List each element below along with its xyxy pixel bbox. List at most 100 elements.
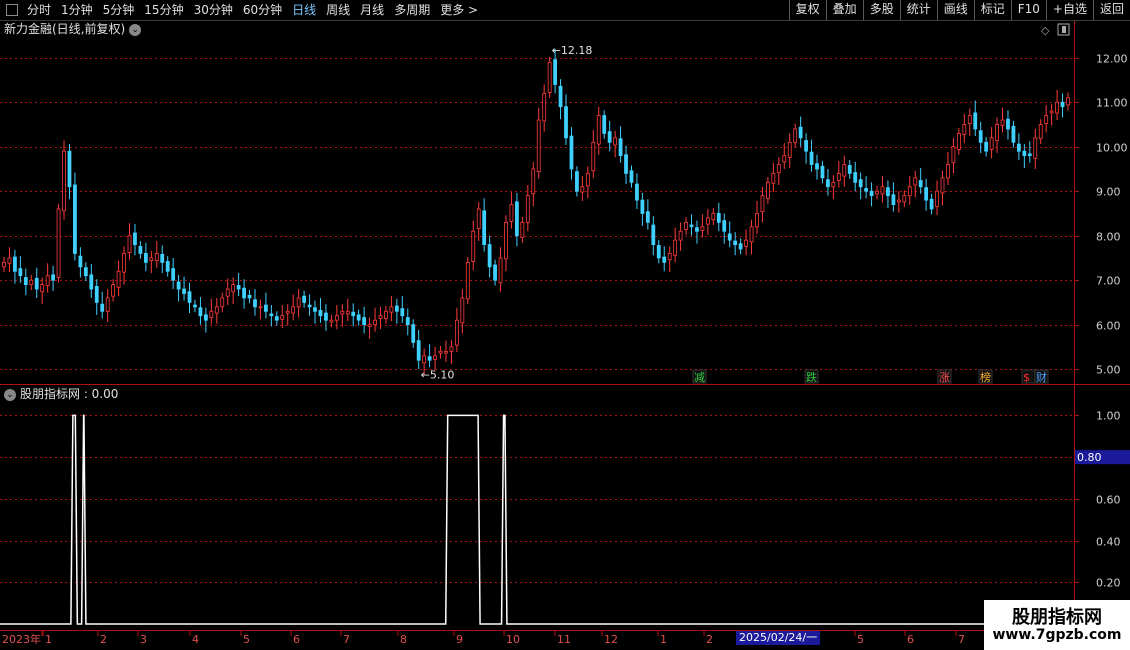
candle	[67, 144, 72, 200]
candle-body	[345, 310, 350, 315]
candle-body	[542, 92, 547, 122]
candle-body	[247, 294, 252, 299]
event-marker[interactable]: 榜	[980, 370, 991, 384]
candle-body	[1006, 118, 1010, 130]
candle	[951, 137, 956, 174]
candle-body	[454, 319, 459, 346]
candle	[705, 209, 710, 235]
time-label: 4	[192, 633, 199, 646]
candle-body	[225, 288, 230, 297]
candle-body	[389, 306, 394, 313]
candle-body	[645, 211, 650, 223]
candle-body	[891, 194, 896, 205]
candle-body	[209, 310, 214, 318]
candle-body	[1066, 97, 1070, 106]
candle	[127, 223, 132, 260]
candle	[1060, 93, 1065, 118]
candle	[165, 256, 170, 277]
candle	[73, 172, 77, 261]
candle	[1044, 104, 1049, 133]
candle-body	[133, 232, 137, 245]
candle	[744, 229, 748, 256]
candle-body	[536, 119, 541, 173]
candle-body	[154, 253, 159, 261]
event-marker[interactable]: 涨	[939, 371, 950, 384]
candle	[875, 185, 879, 200]
candle-body	[553, 59, 557, 85]
candle-body	[214, 306, 219, 314]
candle	[78, 247, 83, 278]
candle	[476, 201, 481, 242]
candle-body	[83, 267, 88, 277]
candle	[193, 299, 197, 313]
candle	[449, 339, 454, 364]
candle	[809, 139, 814, 172]
candle	[509, 192, 514, 229]
candle	[225, 278, 230, 306]
candle-body	[45, 275, 50, 286]
candle-body	[782, 155, 787, 163]
candle-body	[220, 297, 225, 308]
candle	[307, 294, 312, 316]
candle-body	[836, 173, 841, 181]
candle-body	[127, 235, 132, 253]
candle-body	[105, 297, 110, 312]
candle-body	[607, 131, 612, 143]
chart-canvas[interactable]: 12.0011.0010.009.008.007.006.005.00 ←12.…	[0, 0, 1130, 650]
candle-body	[787, 141, 792, 158]
event-marker[interactable]: 财	[1036, 370, 1047, 384]
candle-body	[880, 186, 885, 195]
candle	[591, 129, 596, 178]
event-marker[interactable]: 减	[694, 371, 705, 384]
candle	[667, 246, 672, 273]
candle	[105, 289, 110, 322]
candle-body	[460, 297, 465, 324]
candle	[645, 199, 650, 230]
candle	[711, 208, 716, 226]
candle	[558, 79, 563, 120]
candle-body	[618, 138, 623, 157]
candle-body	[56, 208, 61, 278]
candle	[324, 304, 328, 331]
candle	[62, 140, 66, 220]
price-tick-label: 9.00	[1096, 186, 1121, 199]
candle-body	[487, 244, 492, 268]
candle	[760, 186, 765, 223]
candle-body	[23, 277, 28, 286]
candle	[236, 273, 241, 297]
candle	[34, 267, 39, 298]
event-marker[interactable]: 跌	[806, 370, 817, 384]
price-tick-label: 6.00	[1096, 320, 1121, 333]
time-label: 2	[100, 633, 107, 646]
candle	[433, 346, 437, 370]
candle	[569, 127, 574, 180]
candle	[662, 246, 667, 272]
watermark-url: www.7gpzb.com	[992, 627, 1122, 643]
candle-body	[667, 253, 672, 261]
candle	[400, 296, 405, 323]
candle	[618, 126, 623, 163]
candle-body	[733, 240, 738, 245]
candle-body	[384, 310, 388, 319]
event-marker[interactable]: $	[1023, 371, 1030, 384]
candle-body	[40, 284, 45, 293]
time-label: 6	[293, 633, 300, 646]
candle-body	[995, 124, 999, 141]
candle	[695, 220, 699, 244]
candle	[684, 217, 688, 235]
candle-body	[624, 154, 628, 174]
candle	[1011, 120, 1016, 148]
candle	[738, 238, 743, 255]
candle-body	[547, 61, 552, 93]
candle	[280, 305, 285, 329]
candle-body	[907, 186, 912, 197]
candle	[133, 224, 137, 256]
candle	[176, 274, 181, 302]
candle-body	[73, 184, 77, 254]
candle-body	[989, 137, 994, 150]
candle-body	[269, 313, 274, 317]
candle	[651, 216, 656, 256]
candle-body	[956, 132, 961, 150]
candle	[940, 170, 945, 206]
diamond-icon[interactable]: ◇	[1041, 24, 1050, 37]
